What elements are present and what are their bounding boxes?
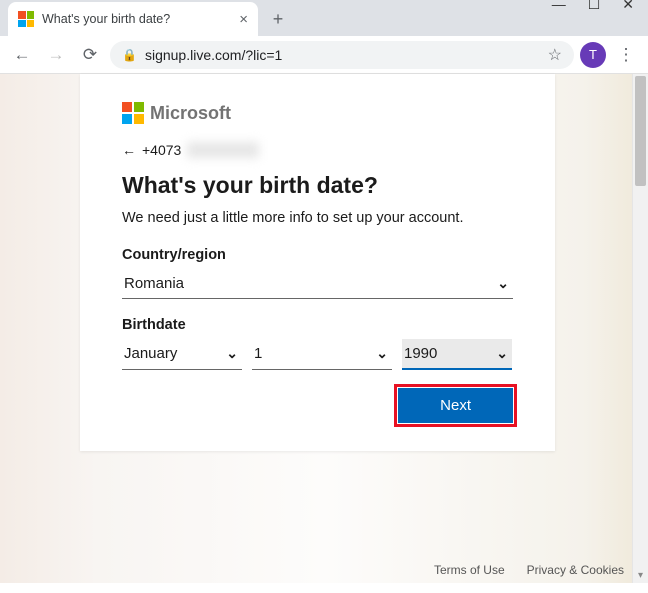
footer-links: Terms of Use Privacy & Cookies bbox=[434, 563, 624, 577]
chevron-down-icon: ⌄ bbox=[497, 275, 509, 292]
identity-redacted: xxxx bbox=[187, 142, 259, 158]
button-row: Next bbox=[122, 388, 513, 423]
day-select[interactable]: 1 ⌄ bbox=[252, 339, 392, 370]
identity-row[interactable]: ← +4073 xxxx bbox=[122, 142, 513, 158]
maximize-icon[interactable]: ☐ bbox=[588, 0, 601, 13]
close-tab-icon[interactable]: × bbox=[239, 11, 248, 28]
chevron-down-icon: ⌄ bbox=[226, 345, 238, 362]
bookmark-star-icon[interactable]: ☆ bbox=[548, 45, 562, 65]
chevron-down-icon: ⌄ bbox=[496, 345, 508, 362]
privacy-link[interactable]: Privacy & Cookies bbox=[527, 563, 624, 577]
country-value: Romania bbox=[124, 275, 184, 292]
microsoft-logo-icon bbox=[122, 102, 144, 124]
back-button[interactable]: ← bbox=[8, 41, 36, 69]
country-select[interactable]: Romania ⌄ bbox=[122, 269, 513, 299]
tab-strip: What's your birth date? × + — ☐ ✕ bbox=[0, 0, 648, 36]
window-controls: — ☐ ✕ bbox=[552, 0, 648, 13]
tab-favicon-icon bbox=[18, 11, 34, 27]
identity-prefix: +4073 bbox=[142, 142, 181, 158]
browser-toolbar: ← → ⟳ 🔒 signup.live.com/?lic=1 ☆ T ⋮ bbox=[0, 36, 648, 74]
forward-button[interactable]: → bbox=[42, 41, 70, 69]
year-value: 1990 bbox=[404, 345, 437, 362]
next-button[interactable]: Next bbox=[398, 388, 513, 423]
country-label: Country/region bbox=[122, 247, 513, 263]
page-headline: What's your birth date? bbox=[122, 172, 513, 199]
new-tab-button[interactable]: + bbox=[264, 5, 292, 33]
address-bar[interactable]: 🔒 signup.live.com/?lic=1 ☆ bbox=[110, 41, 574, 69]
scrollbar[interactable]: ▴ ▾ bbox=[632, 74, 648, 583]
browser-tab[interactable]: What's your birth date? × bbox=[8, 2, 258, 36]
url-text: signup.live.com/?lic=1 bbox=[145, 47, 282, 63]
birthdate-label: Birthdate bbox=[122, 317, 513, 333]
reload-button[interactable]: ⟳ bbox=[76, 41, 104, 69]
page-subtext: We need just a little more info to set u… bbox=[122, 209, 513, 229]
scrollbar-thumb[interactable] bbox=[635, 76, 646, 186]
month-select[interactable]: January ⌄ bbox=[122, 339, 242, 370]
back-arrow-icon[interactable]: ← bbox=[122, 142, 136, 158]
birthdate-row: January ⌄ 1 ⌄ 1990 ⌄ bbox=[122, 339, 513, 370]
kebab-menu-icon[interactable]: ⋮ bbox=[612, 41, 640, 69]
lock-icon: 🔒 bbox=[122, 48, 137, 62]
day-value: 1 bbox=[254, 345, 262, 362]
month-value: January bbox=[124, 345, 177, 362]
scroll-down-icon[interactable]: ▾ bbox=[633, 567, 648, 583]
year-select[interactable]: 1990 ⌄ bbox=[402, 339, 512, 370]
brand-row: Microsoft bbox=[122, 102, 513, 124]
signup-card: Microsoft ← +4073 xxxx What's your birth… bbox=[80, 74, 555, 451]
page-viewport: Microsoft ← +4073 xxxx What's your birth… bbox=[0, 74, 648, 583]
profile-avatar[interactable]: T bbox=[580, 42, 606, 68]
tab-title: What's your birth date? bbox=[42, 12, 170, 26]
chevron-down-icon: ⌄ bbox=[376, 345, 388, 362]
close-window-icon[interactable]: ✕ bbox=[622, 0, 634, 13]
brand-text: Microsoft bbox=[150, 103, 231, 124]
minimize-icon[interactable]: — bbox=[552, 0, 566, 13]
terms-link[interactable]: Terms of Use bbox=[434, 563, 505, 577]
